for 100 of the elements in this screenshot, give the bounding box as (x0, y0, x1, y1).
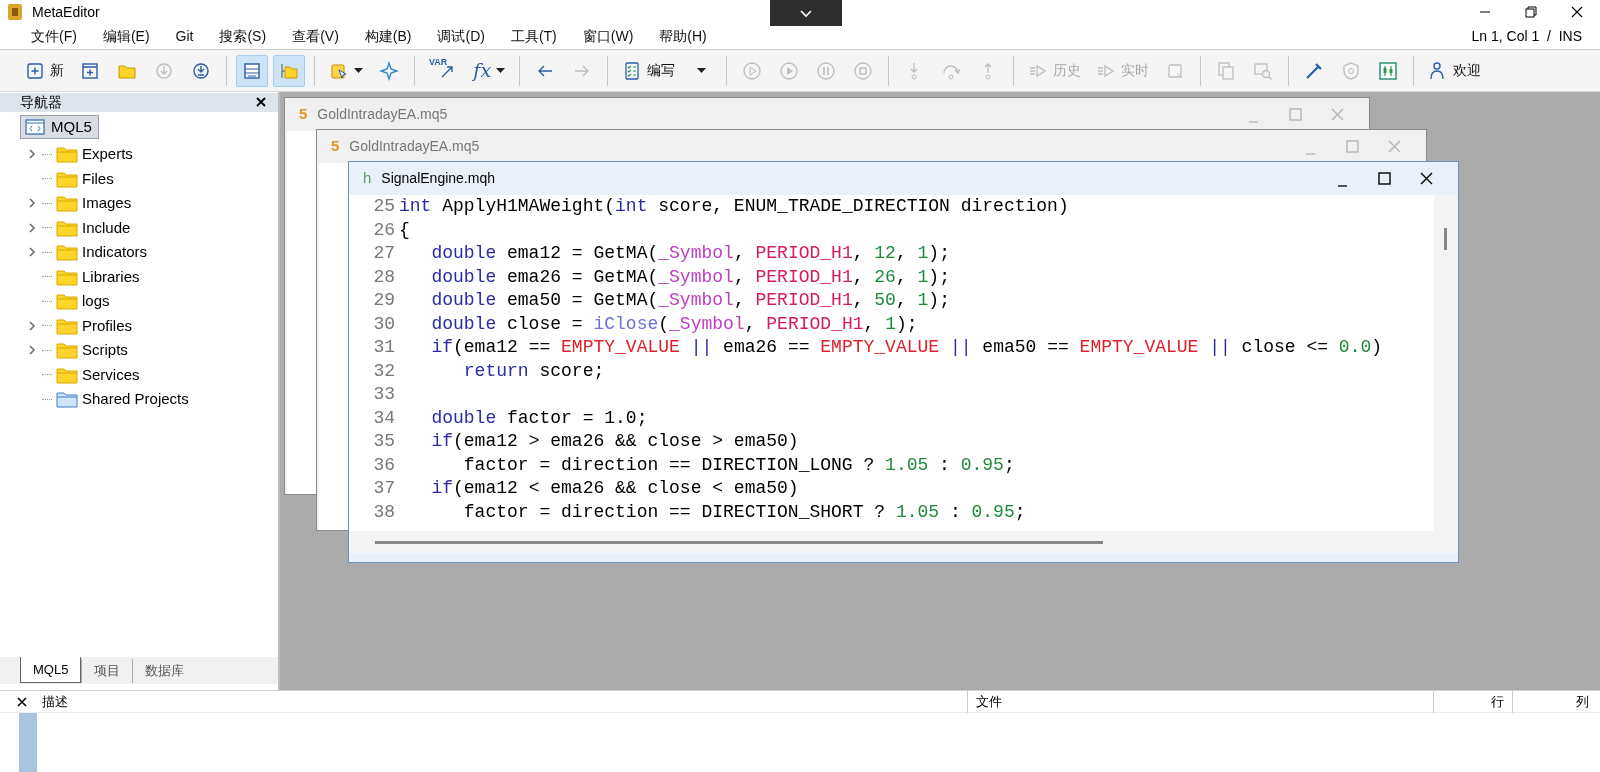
code-line: double close = iClose(_Symbol, PERIOD_H1, 1); (430, 312, 919, 336)
close-icon (16, 695, 28, 708)
toolbar-button[interactable] (273, 54, 305, 87)
sparkle-icon (379, 60, 399, 81)
tree-item[interactable]: Include (82, 216, 131, 239)
folder-icon (56, 341, 78, 360)
cursor-status: Ln 1, Col 1 / INS (1471, 27, 1583, 46)
navigator-title: 导航器 (20, 93, 62, 112)
line-number: 32 (372, 359, 396, 383)
chart-icon (1378, 60, 1399, 81)
toolbar-button[interactable]: VAR (424, 54, 464, 87)
code-line: { (399, 218, 411, 242)
scroll-thumb[interactable] (375, 540, 1103, 544)
line-number: 28 (372, 265, 396, 289)
menu-item[interactable]: 文件(F) (31, 26, 77, 47)
chevron-icon[interactable] (26, 246, 38, 259)
code-line: factor = direction == DIRECTION_SHORT ? 1.05 : 0.95; (462, 500, 1027, 524)
folder-icon (56, 390, 78, 409)
tree-item[interactable]: Shared Projects (82, 388, 189, 411)
line-number: 27 (372, 242, 396, 265)
line-number: 30 (372, 312, 396, 336)
menu-item[interactable]: 编辑(E) (102, 26, 150, 47)
column-header[interactable]: 列 (1513, 690, 1597, 713)
add-window-icon (80, 60, 100, 81)
overlay-tab[interactable] (770, 0, 842, 26)
toolbar-button[interactable]: fx (468, 54, 511, 87)
tree-item[interactable]: Experts (82, 143, 133, 166)
code-window-icon (25, 118, 45, 136)
column-header[interactable]: 行 (1434, 690, 1513, 713)
folder-icon (56, 243, 78, 262)
folder-icon (56, 145, 78, 164)
tree-item[interactable]: Indicators (82, 241, 148, 264)
scrollbar[interactable] (349, 531, 1458, 553)
tree-item[interactable]: Services (82, 363, 140, 386)
code-line: double ema26 = GetMA(_Symbol, PERIOD_H1, 26, 1); (430, 265, 951, 289)
menu-item[interactable]: 帮助(H) (659, 26, 707, 47)
code-line: double ema12 = GetMA(_Symbol, PERIOD_H1, 12, 1); (430, 242, 951, 265)
document-title: GoldIntradayEA.mq5 (317, 105, 448, 124)
code-line: factor = direction == DIRECTION_LONG ? 1.05 : 0.95; (462, 453, 1016, 477)
chevron-icon[interactable] (26, 319, 38, 332)
file-type-icon: h (363, 167, 372, 190)
code-line: if(ema12 < ema26 && close < ema50) (430, 477, 800, 500)
tree-item[interactable]: Files (82, 167, 114, 190)
restore-icon (1522, 3, 1540, 21)
chevron-icon[interactable] (26, 197, 38, 210)
menu-item[interactable]: 工具(T) (510, 26, 557, 47)
side-strip (19, 713, 37, 772)
toolbar-button[interactable]: 编写 (617, 54, 681, 87)
menu-item[interactable]: Git (175, 26, 194, 47)
line-number: 38 (372, 500, 396, 524)
minimize-icon (1337, 185, 1347, 187)
document-title: SignalEngine.mqh (381, 169, 495, 188)
code-line: int ApplyH1MAWeight(int score, ENUM_TRADE_DIRECTION direction) (399, 195, 1070, 218)
file-type-icon: 5 (299, 103, 308, 126)
folder-icon (56, 365, 78, 384)
menu-item[interactable]: 构建(B) (364, 26, 412, 47)
column-header[interactable]: 文件 (968, 690, 1434, 713)
chevron-icon[interactable] (26, 148, 38, 161)
app-icon (6, 3, 24, 21)
plus-square-icon (25, 60, 45, 81)
code-line: double ema50 = GetMA(_Symbol, PERIOD_H1, 50, 1); (430, 289, 951, 312)
file-type-icon: 5 (331, 135, 340, 158)
document-title: GoldIntradayEA.mq5 (349, 137, 480, 156)
code-line: double factor = 1.0; (430, 406, 649, 430)
toolbar-button[interactable]: 新 (20, 54, 69, 87)
menu-item[interactable]: 搜索(S) (219, 26, 267, 47)
stop-icon (853, 60, 874, 81)
toolbar-button[interactable] (236, 54, 268, 87)
line-number: 35 (372, 430, 396, 453)
panel-tab[interactable]: MQL5 (20, 657, 82, 683)
download-icon (154, 60, 174, 81)
tree-item[interactable]: Images (82, 192, 132, 215)
line-number: 29 (372, 289, 396, 312)
code-line: if(ema12 > ema26 && close > ema50) (430, 430, 800, 453)
panel-tab[interactable]: 项目 (81, 659, 133, 683)
maximize-icon (1343, 138, 1361, 155)
minimize-icon (1305, 153, 1315, 155)
menu-item[interactable]: 查看(V) (292, 26, 339, 47)
folder-icon (56, 194, 78, 213)
chevron-icon[interactable] (26, 344, 38, 357)
code-line: if(ema12 == EMPTY_VALUE || ema26 == EMPTY_VALUE || ema50 == EMPTY_VALUE || close <= 0.0) (430, 336, 1384, 359)
menu-item[interactable]: 调试(D) (437, 26, 485, 47)
caret-icon (354, 67, 363, 74)
toolbar-button[interactable]: 欢迎 (1423, 54, 1487, 87)
scrollbar[interactable] (1434, 195, 1458, 531)
chevron-icon[interactable] (26, 221, 38, 234)
folder-icon (56, 292, 78, 311)
menu-item[interactable]: 窗口(W) (582, 26, 634, 47)
tree-item[interactable]: Libraries (82, 265, 140, 288)
folder-icon (56, 218, 78, 237)
line-number: 25 (372, 195, 396, 218)
window-title: MetaEditor (32, 2, 100, 22)
scroll-thumb[interactable] (1444, 228, 1447, 250)
tree-item[interactable]: MQL5 (20, 115, 99, 139)
tree-item[interactable]: Scripts (82, 339, 128, 362)
tree-item[interactable]: Profiles (82, 314, 133, 337)
tree-item[interactable]: logs (82, 290, 110, 313)
column-header[interactable]: 描述 (34, 690, 968, 713)
panel-tab[interactable]: 数据库 (132, 659, 197, 683)
play-icon (779, 60, 800, 81)
